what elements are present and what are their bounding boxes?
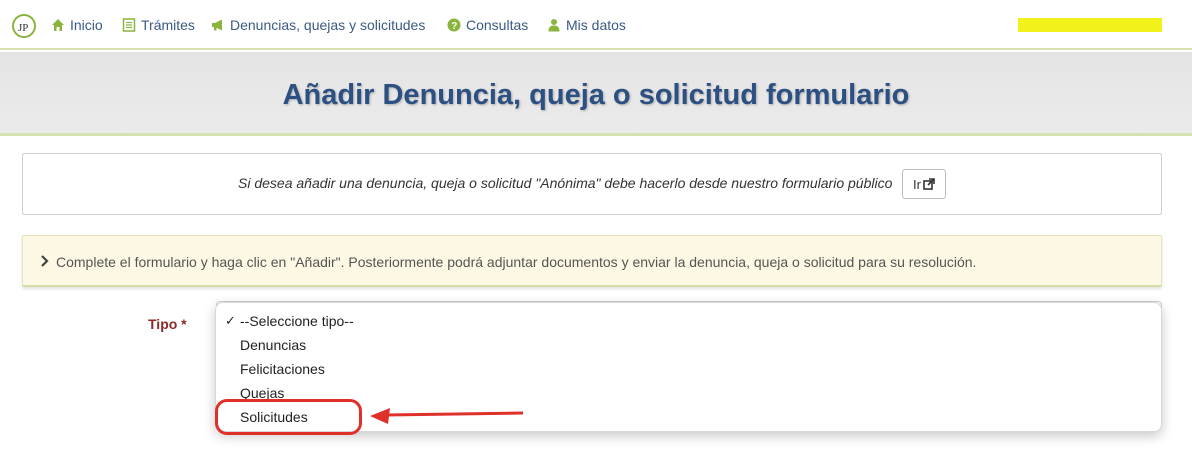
anonymous-notice-panel: Si desea añadir una denuncia, queja o so…: [22, 153, 1162, 215]
nav-label: Trámites: [141, 17, 195, 33]
nav-item-consultas[interactable]: ? Consultas: [447, 16, 528, 34]
annotation-arrow-icon: [370, 408, 524, 424]
home-icon: [52, 19, 64, 31]
top-navbar: JP Inicio Trámites Denuncias, quejas y s…: [0, 0, 1192, 50]
question-circle-icon: ?: [447, 18, 461, 32]
nav-item-mis-datos[interactable]: Mis datos: [547, 16, 626, 34]
list-icon: [122, 18, 136, 32]
megaphone-icon: [212, 19, 222, 31]
button-label: Ir: [913, 176, 921, 192]
nav-label: Consultas: [466, 17, 529, 33]
annotation-highlight-ring: [215, 399, 362, 435]
nav-label: Inicio: [70, 17, 103, 33]
instructions-text: Complete el formulario y haga clic en "A…: [56, 254, 977, 270]
nav-item-denuncias[interactable]: Denuncias, quejas y solicitudes: [211, 16, 425, 34]
nav-item-inicio[interactable]: Inicio: [51, 16, 103, 34]
user-icon: [548, 19, 560, 32]
go-public-form-button[interactable]: Ir: [902, 169, 946, 199]
instructions-banner: Complete el formulario y haga clic en "A…: [22, 235, 1162, 287]
tipo-label: Tipo *: [148, 316, 187, 332]
nav-item-tramites[interactable]: Trámites: [122, 16, 195, 34]
page-title: Añadir Denuncia, queja o solicitud formu…: [282, 79, 910, 111]
external-link-icon: [923, 178, 935, 190]
option-seleccione[interactable]: --Seleccione tipo--: [240, 313, 354, 329]
user-menu-redacted[interactable]: [1018, 18, 1162, 32]
option-felicitaciones[interactable]: Felicitaciones: [240, 361, 325, 377]
logo-text: JP: [18, 22, 28, 34]
option-denuncias[interactable]: Denuncias: [240, 337, 306, 353]
chevron-right-icon: [41, 255, 49, 267]
nav-label: Denuncias, quejas y solicitudes: [230, 17, 426, 33]
logo-icon[interactable]: JP: [11, 13, 37, 39]
nav-label: Mis datos: [566, 17, 626, 33]
anonymous-notice-text: Si desea añadir una denuncia, queja o so…: [238, 175, 893, 191]
svg-text:?: ?: [451, 21, 457, 32]
page-header: Añadir Denuncia, queja o solicitud formu…: [0, 52, 1192, 136]
checkmark-icon: ✓: [225, 313, 236, 328]
